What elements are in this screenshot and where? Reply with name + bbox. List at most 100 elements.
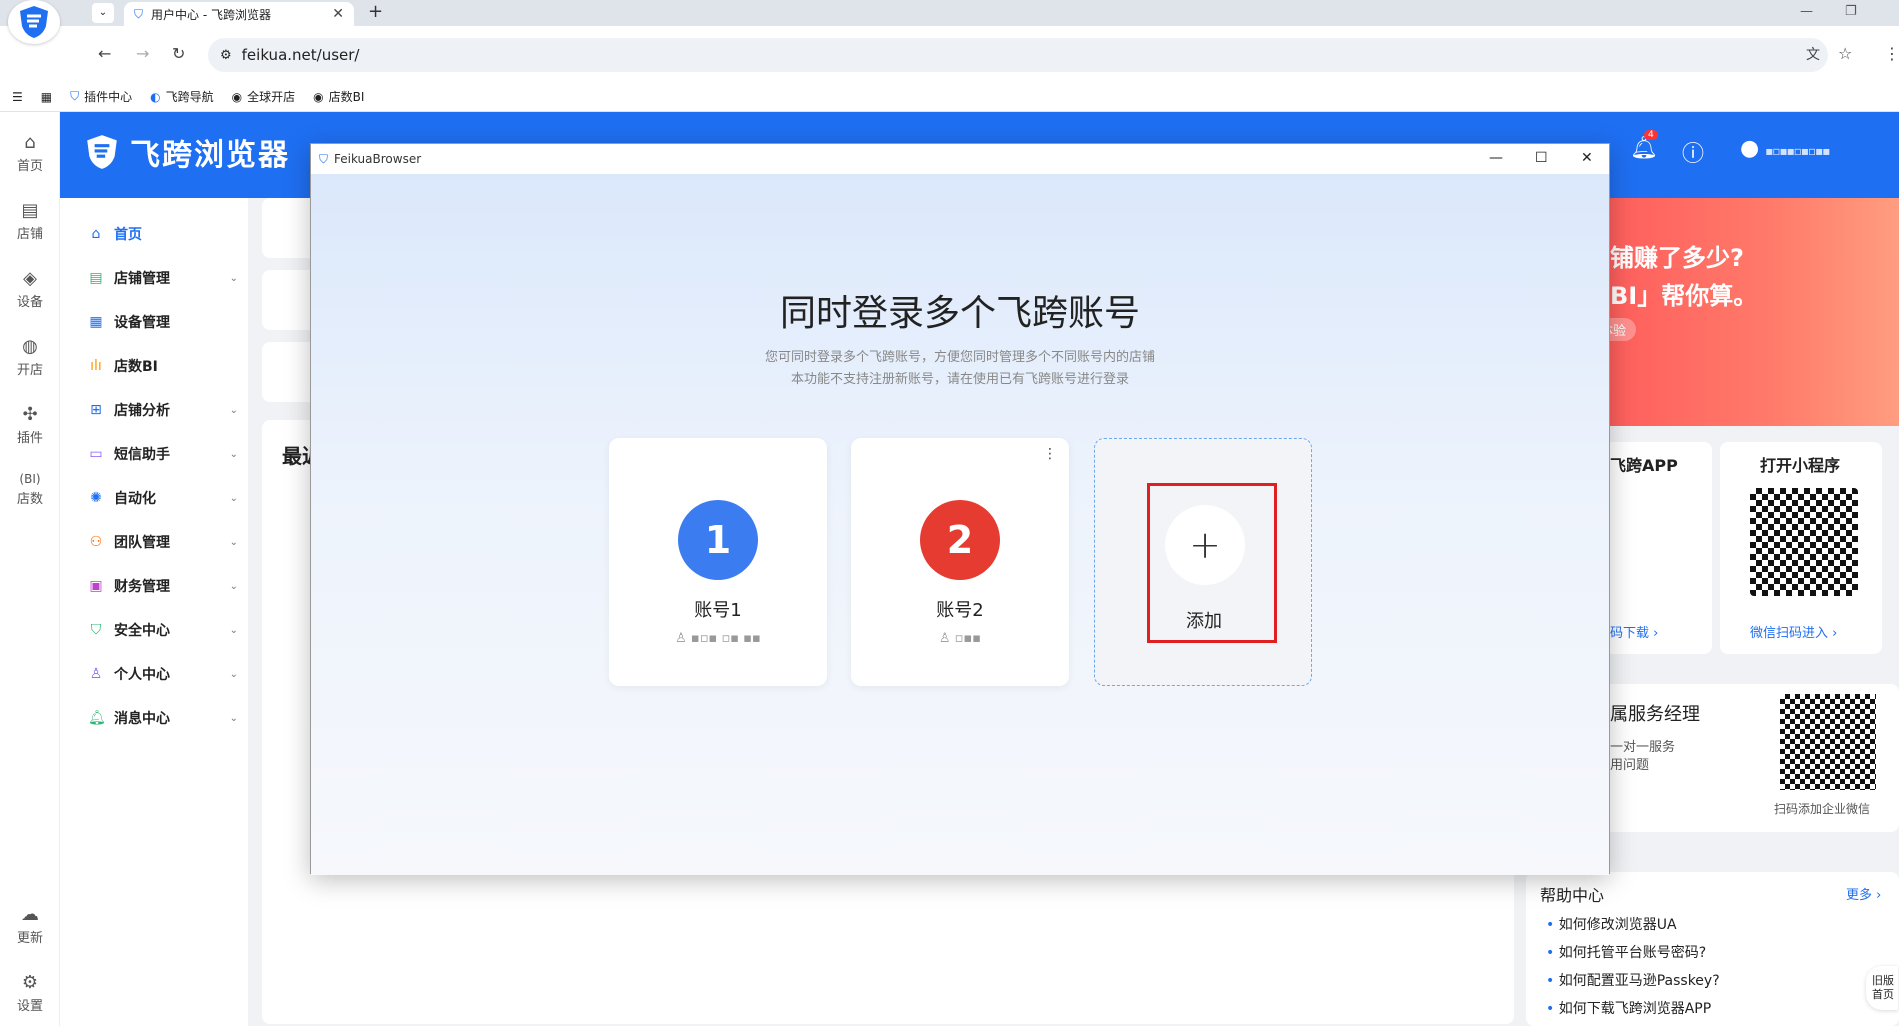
mini-program-card[interactable]: 打开小程序 微信扫码进入 › bbox=[1720, 442, 1882, 654]
rail-bi[interactable]: (BI) 店数 bbox=[0, 472, 60, 507]
active-tab[interactable]: ⛉ 用户中心 - 飞跨浏览器 ✕ bbox=[124, 2, 354, 26]
message-icon: ▭ bbox=[89, 446, 103, 462]
nav-sms[interactable]: ▭ 短信助手 ⌄ bbox=[88, 444, 238, 464]
account-number-badge: 1 bbox=[678, 500, 758, 580]
tab-favicon-icon: ⛉ bbox=[134, 6, 144, 21]
window-logo-icon: ⛉ bbox=[319, 151, 329, 166]
add-account-label: 添加 bbox=[1186, 611, 1222, 632]
bookmark-favicon-icon: ◉ bbox=[231, 89, 243, 104]
bookmark-nav[interactable]: ◐ 飞跨导航 bbox=[150, 88, 214, 105]
url-bar[interactable]: ⚙ feikua.net/user/ bbox=[208, 38, 1828, 72]
help-more-link[interactable]: 更多 › bbox=[1846, 884, 1881, 903]
tab-search-dropdown[interactable]: ⌄ bbox=[92, 3, 114, 23]
help-item[interactable]: 如何下载飞跨浏览器APP bbox=[1546, 998, 1711, 1018]
promo-banner[interactable]: 店铺赚了多少? 「BI」帮你算。 体验 bbox=[1580, 198, 1899, 426]
restore-icon[interactable]: ❐ bbox=[1845, 4, 1857, 19]
nav-messages[interactable]: 🔔︎ 消息中心 ⌄ bbox=[88, 708, 238, 728]
bookmark-star-icon[interactable]: ☆ bbox=[1838, 44, 1852, 63]
help-item[interactable]: 如何修改浏览器UA bbox=[1546, 914, 1677, 934]
app-download-link[interactable]: 码下载 › bbox=[1610, 622, 1658, 641]
icon-rail: ⌂ 首页 ▤ 店铺 ◈ 设备 ◍ 开店 ✣ 插件 (BI) 店数 ☁ 更新 ⚙ 设置 bbox=[0, 112, 60, 1026]
old-home-button[interactable]: 旧版首页 bbox=[1866, 966, 1898, 1010]
avatar-icon[interactable]: ● ▪▫▪▪▫▪▫▪▪ bbox=[1740, 136, 1830, 161]
rail-shop[interactable]: ▤ 店铺 bbox=[0, 200, 60, 242]
account-name: 账号2 bbox=[936, 600, 984, 621]
add-account-card[interactable]: + 添加 bbox=[1094, 438, 1312, 686]
user-icon: ♙ bbox=[938, 631, 951, 646]
window-body: 同时登录多个飞跨账号 您可同时登录多个飞跨账号，方便您同时管理多个不同账号内的店… bbox=[311, 174, 1609, 875]
new-tab-icon[interactable]: + bbox=[368, 1, 383, 22]
nav-bi[interactable]: ılı 店数BI bbox=[88, 356, 238, 376]
wechat-caption: 扫码添加企业微信 bbox=[1774, 802, 1871, 816]
rail-update[interactable]: ☁ 更新 bbox=[0, 904, 60, 946]
forward-icon[interactable]: → bbox=[136, 44, 149, 63]
notification-badge: 4 bbox=[1644, 130, 1658, 140]
account-card-1[interactable]: 1 账号1 ♙ ▪▫▪ ▫▪ ▪▪ bbox=[609, 438, 827, 686]
planet-icon: ◍ bbox=[22, 336, 38, 357]
bookmarks-bar: ☰ ▦ ⛉ 插件中心 ◐ 飞跨导航 ◉ 全球开店 ◉ 店数BI bbox=[0, 82, 1899, 112]
brand-name: 飞跨浏览器 bbox=[130, 138, 290, 173]
reload-icon[interactable]: ↻ bbox=[172, 44, 185, 63]
bookmark-global-store[interactable]: ◉ 全球开店 bbox=[232, 88, 296, 105]
sidebar-toggle-icon[interactable]: ☰ bbox=[12, 90, 23, 104]
nav-security[interactable]: ⛉ 安全中心 ⌄ bbox=[88, 620, 238, 640]
window-minimize-icon[interactable]: — bbox=[1489, 150, 1503, 166]
rail-settings[interactable]: ⚙ 设置 bbox=[0, 972, 60, 1014]
site-brand[interactable]: 飞跨浏览器 bbox=[84, 130, 290, 174]
translate-icon[interactable]: 文 bbox=[1806, 44, 1820, 64]
tab-strip: ⌄ ⛉ 用户中心 - 飞跨浏览器 ✕ + — ❐ bbox=[0, 0, 1899, 26]
bi-chart-icon: ılı bbox=[90, 358, 102, 374]
bookmark-plugins[interactable]: ⛉ 插件中心 bbox=[70, 88, 132, 105]
site-info-icon[interactable]: ⚙ bbox=[220, 48, 232, 63]
rail-device[interactable]: ◈ 设备 bbox=[0, 268, 60, 310]
nav-finance[interactable]: ▣ 财务管理 ⌄ bbox=[88, 576, 238, 596]
wallet-icon: ▣ bbox=[89, 578, 103, 594]
chevron-down-icon: ⌄ bbox=[229, 624, 238, 636]
account-name: 账号1 bbox=[694, 600, 742, 621]
rail-plugins[interactable]: ✣ 插件 bbox=[0, 404, 60, 446]
team-icon: ⚇ bbox=[89, 534, 103, 550]
rail-home[interactable]: ⌂ 首页 bbox=[0, 132, 60, 174]
chevron-down-icon: ⌄ bbox=[229, 492, 238, 504]
nav-shop-manage[interactable]: ▤ 店铺管理 ⌄ bbox=[88, 268, 238, 288]
window-titlebar: ⛉ FeikuaBrowser bbox=[311, 144, 1609, 174]
nav-device-manage[interactable]: ▦ 设备管理 bbox=[88, 312, 238, 332]
plus-icon[interactable]: + bbox=[1165, 505, 1245, 585]
mini-qr-icon bbox=[1750, 488, 1858, 596]
minimize-icon[interactable]: — bbox=[1800, 4, 1813, 19]
more-menu-icon[interactable]: ⋮ bbox=[1884, 44, 1899, 63]
window-close-icon[interactable]: ✕ bbox=[1581, 150, 1593, 166]
chevron-down-icon: ⌄ bbox=[229, 712, 238, 724]
window-maximize-icon[interactable]: ☐ bbox=[1535, 150, 1548, 166]
shop-icon: ▤ bbox=[89, 270, 103, 286]
nav-team[interactable]: ⚇ 团队管理 ⌄ bbox=[88, 532, 238, 552]
user-icon: ♙ bbox=[89, 666, 103, 682]
chevron-down-icon: ⌄ bbox=[229, 536, 238, 548]
apps-grid-icon[interactable]: ▦ bbox=[41, 90, 52, 104]
bi-icon: (BI) bbox=[19, 472, 41, 486]
mini-link[interactable]: 微信扫码进入 › bbox=[1750, 622, 1837, 641]
window-title: FeikuaBrowser bbox=[334, 152, 422, 166]
help-item[interactable]: 如何托管平台账号密码? bbox=[1546, 942, 1706, 962]
url-text: feikua.net/user/ bbox=[241, 46, 360, 64]
notification-bell-icon[interactable]: 🔔︎ 4 bbox=[1630, 130, 1658, 161]
nav-shop-analysis[interactable]: ⊞ 店铺分析 ⌄ bbox=[88, 400, 238, 420]
account-card-2[interactable]: ⋮ 2 账号2 ♙ ▫▪▪ bbox=[851, 438, 1069, 686]
account-masked-id: ♙ ▪▫▪ ▫▪ ▪▪ bbox=[675, 631, 761, 646]
tab-title: 用户中心 - 飞跨浏览器 bbox=[151, 7, 271, 22]
rail-open-store[interactable]: ◍ 开店 bbox=[0, 336, 60, 378]
nav-personal[interactable]: ♙ 个人中心 ⌄ bbox=[88, 664, 238, 684]
side-nav: ⌂ 首页 ▤ 店铺管理 ⌄ ▦ 设备管理 ılı 店数BI ⊞ 店铺分析 ⌄ ▭ 短信助手 ⌄ ✺… bbox=[60, 198, 248, 1026]
app-logo[interactable] bbox=[8, 0, 60, 44]
app-title: 飞跨APP bbox=[1610, 456, 1678, 475]
help-icon[interactable]: ⓘ bbox=[1682, 136, 1704, 168]
brand-logo-icon bbox=[87, 135, 117, 169]
bookmark-bi[interactable]: ◉ 店数BI bbox=[313, 88, 364, 105]
chevron-down-icon: ⌄ bbox=[229, 272, 238, 284]
more-options-icon[interactable]: ⋮ bbox=[1043, 446, 1057, 462]
nav-home[interactable]: ⌂ 首页 bbox=[88, 224, 238, 244]
tab-close-icon[interactable]: ✕ bbox=[332, 6, 344, 22]
back-icon[interactable]: ← bbox=[98, 44, 111, 63]
nav-automation[interactable]: ✺ 自动化 ⌄ bbox=[88, 488, 238, 508]
help-item[interactable]: 如何配置亚马逊Passkey? bbox=[1546, 970, 1720, 990]
